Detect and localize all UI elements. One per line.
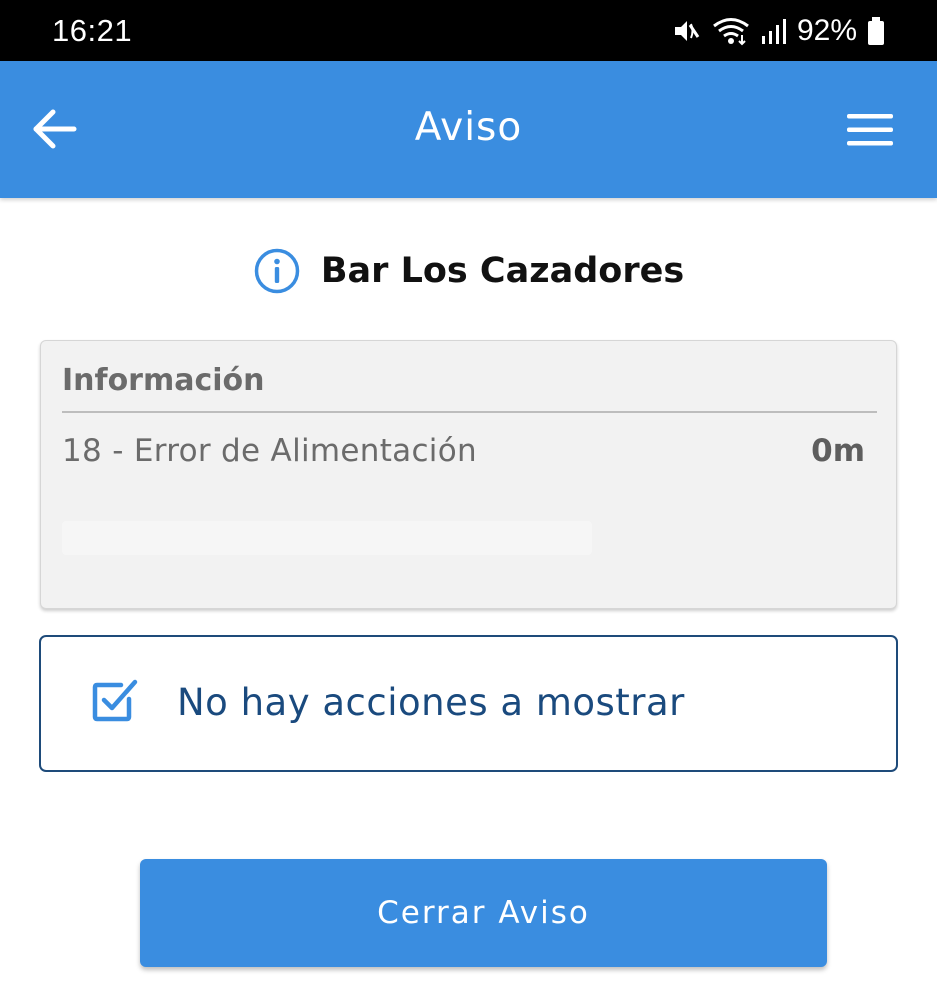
placeholder-line (62, 521, 592, 555)
menu-button[interactable] (845, 111, 895, 149)
actions-box: No hay acciones a mostrar (39, 635, 898, 772)
info-card: Información 18 - Error de Alimentación 0… (40, 340, 897, 609)
checkbox-checked-icon (92, 679, 138, 722)
info-icon (254, 248, 300, 294)
mute-vibrate-icon (671, 16, 701, 46)
status-icons: 92% (671, 14, 885, 48)
location-heading: Bar Los Cazadores (0, 248, 937, 294)
battery-icon (867, 16, 885, 46)
info-card-divider (62, 411, 877, 413)
wifi-icon (711, 16, 751, 46)
status-time: 16:21 (52, 12, 133, 48)
battery-percent: 92% (796, 13, 857, 47)
alert-elapsed-time: 0m (811, 433, 865, 469)
info-card-title: Información (62, 363, 265, 398)
alert-description: 18 - Error de Alimentación (62, 433, 477, 469)
signal-icon (761, 16, 787, 46)
status-bar: 16:21 92% (0, 0, 937, 61)
app-bar-title: Aviso (414, 105, 523, 150)
hamburger-menu-icon (847, 114, 893, 146)
app-bar: Aviso (0, 61, 937, 198)
location-name: Bar Los Cazadores (320, 251, 685, 291)
close-alert-button[interactable]: Cerrar Aviso (140, 859, 827, 967)
no-actions-message: No hay acciones a mostrar (177, 681, 685, 724)
